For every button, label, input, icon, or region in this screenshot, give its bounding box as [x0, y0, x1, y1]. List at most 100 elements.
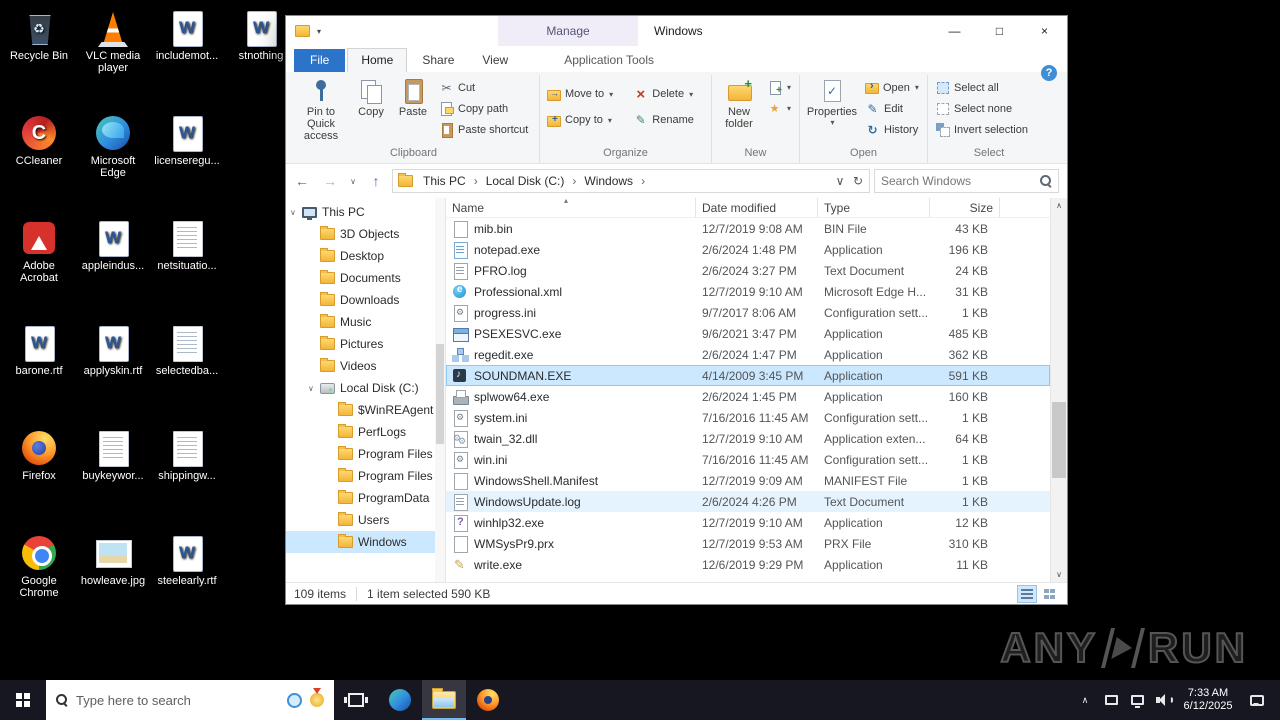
- new-item-button[interactable]: ▾: [763, 77, 795, 98]
- breadcrumb-this-pc[interactable]: This PC: [418, 172, 471, 190]
- file-row[interactable]: PSEXESVC.exe 9/6/2021 3:47 PM Applicatio…: [446, 323, 1050, 344]
- new-folder-button[interactable]: New folder: [715, 75, 763, 130]
- file-row[interactable]: WMSysPr9.prx 12/7/2019 9:53 AM PRX File …: [446, 533, 1050, 554]
- expander-icon[interactable]: ∨: [308, 384, 320, 393]
- file-row[interactable]: notepad.exe 2/6/2024 1:48 PM Application…: [446, 239, 1050, 260]
- desktop-icon[interactable]: licenseregu...: [150, 113, 224, 218]
- volume-tray-icon[interactable]: [1150, 680, 1176, 720]
- title-bar[interactable]: ▾ Manage Windows — □ ×: [286, 16, 1067, 46]
- nav-item[interactable]: 3D Objects: [286, 223, 445, 245]
- expander-icon[interactable]: ∨: [290, 208, 302, 217]
- breadcrumb-separator[interactable]: ›: [473, 174, 479, 188]
- select-all-button[interactable]: Select all: [931, 77, 1032, 98]
- ribbon-tab[interactable]: View: [469, 49, 521, 72]
- taskbar-search[interactable]: [46, 680, 334, 720]
- forward-button[interactable]: →: [318, 169, 342, 193]
- desktop-icon[interactable]: Adobe Acrobat: [2, 218, 76, 323]
- properties-button[interactable]: Properties ▾: [803, 75, 861, 127]
- back-button[interactable]: ←: [290, 169, 314, 193]
- breadcrumb-local-disk[interactable]: Local Disk (C:): [481, 172, 570, 190]
- recent-locations-button[interactable]: ∨: [346, 169, 360, 193]
- move-to-button[interactable]: Move to ▾: [543, 84, 627, 105]
- file-row[interactable]: progress.ini 9/7/2017 8:06 AM Configurat…: [446, 302, 1050, 323]
- copy-path-button[interactable]: Copy path: [435, 98, 532, 119]
- taskbar-edge-button[interactable]: [378, 680, 422, 720]
- list-scrollbar-thumb[interactable]: [1052, 402, 1066, 479]
- refresh-button[interactable]: ↻: [849, 169, 867, 193]
- task-view-button[interactable]: [334, 680, 378, 720]
- nav-item[interactable]: Desktop: [286, 245, 445, 267]
- nav-item[interactable]: Documents: [286, 267, 445, 289]
- nav-item[interactable]: Downloads: [286, 289, 445, 311]
- address-breadcrumb[interactable]: This PC › Local Disk (C:) › Windows › ∨ …: [392, 169, 870, 193]
- ribbon-tab[interactable]: File: [294, 49, 345, 72]
- action-center-button[interactable]: [1240, 695, 1274, 706]
- up-button[interactable]: ↑: [364, 169, 388, 193]
- ribbon-tab[interactable]: Share: [409, 49, 467, 72]
- edit-button[interactable]: Edit: [861, 98, 923, 119]
- paste-button[interactable]: Paste: [391, 75, 435, 118]
- file-row[interactable]: twain_32.dll 12/7/2019 9:10 AM Applicati…: [446, 428, 1050, 449]
- nav-item[interactable]: Program Files: [286, 443, 445, 465]
- file-row[interactable]: SOUNDMAN.EXE 4/14/2009 3:45 PM Applicati…: [446, 365, 1050, 386]
- desktop-icon[interactable]: applyskin.rtf: [76, 323, 150, 428]
- desktop-icon[interactable]: barone.rtf: [2, 323, 76, 428]
- desktop-icon[interactable]: buykeywor...: [76, 428, 150, 533]
- file-row[interactable]: regedit.exe 2/6/2024 1:47 PM Application…: [446, 344, 1050, 365]
- nav-item[interactable]: ∨ This PC: [286, 201, 445, 223]
- desktop-icon[interactable]: Microsoft Edge: [76, 113, 150, 218]
- nav-item[interactable]: Music: [286, 311, 445, 333]
- column-header-name[interactable]: Name: [446, 198, 696, 217]
- search-input[interactable]: [881, 174, 1034, 188]
- file-row[interactable]: splwow64.exe 2/6/2024 1:45 PM Applicatio…: [446, 386, 1050, 407]
- taskbar-firefox-button[interactable]: [466, 680, 510, 720]
- desktop-icon[interactable]: Recycle Bin: [2, 8, 76, 113]
- network-tray-icon[interactable]: [1124, 680, 1150, 720]
- desktop-icon[interactable]: howleave.jpg: [76, 533, 150, 638]
- file-row[interactable]: WindowsUpdate.log 2/6/2024 4:26 PM Text …: [446, 491, 1050, 512]
- breadcrumb-separator[interactable]: ›: [640, 174, 646, 188]
- file-row[interactable]: mib.bin 12/7/2019 9:08 AM BIN File 43 KB: [446, 218, 1050, 239]
- pin-to-quick-access-button[interactable]: Pin to Quick access: [291, 75, 351, 142]
- help-button[interactable]: ?: [1041, 65, 1057, 81]
- large-icons-view-button[interactable]: [1039, 585, 1059, 603]
- minimize-button[interactable]: —: [932, 16, 977, 46]
- nav-item[interactable]: Windows: [286, 531, 445, 553]
- close-button[interactable]: ×: [1022, 16, 1067, 46]
- desktop-icon[interactable]: selectedba...: [150, 323, 224, 428]
- scroll-down-arrow[interactable]: ∨: [1051, 567, 1067, 582]
- display-tray-icon[interactable]: [1098, 680, 1124, 720]
- easy-access-button[interactable]: ▾: [763, 98, 795, 119]
- address-history-dropdown[interactable]: ∨: [831, 169, 849, 193]
- search-box[interactable]: [874, 169, 1059, 193]
- rename-button[interactable]: Rename: [629, 110, 708, 131]
- hidden-icons-chevron[interactable]: ∧: [1072, 680, 1098, 720]
- desktop-icon[interactable]: includemot...: [150, 8, 224, 113]
- column-header-type[interactable]: Type: [818, 198, 930, 217]
- qat-customize-icon[interactable]: ▾: [317, 27, 321, 36]
- ribbon-tab[interactable]: Application Tools: [551, 49, 667, 72]
- sort-ascending-icon[interactable]: ▴: [564, 196, 568, 205]
- delete-button[interactable]: Delete ▾: [629, 84, 708, 105]
- copy-button[interactable]: Copy: [351, 75, 391, 118]
- desktop-icon[interactable]: CCleaner: [2, 113, 76, 218]
- desktop-icon[interactable]: VLC media player: [76, 8, 150, 113]
- scroll-up-arrow[interactable]: ∧: [1051, 198, 1067, 213]
- nav-item[interactable]: Pictures: [286, 333, 445, 355]
- ribbon-tab[interactable]: Home: [347, 48, 407, 72]
- breadcrumb-separator[interactable]: ›: [571, 174, 577, 188]
- column-header-size[interactable]: Size: [930, 198, 1000, 217]
- search-icon[interactable]: [1040, 175, 1052, 187]
- taskbar-search-input[interactable]: [76, 693, 279, 708]
- start-button[interactable]: [0, 680, 46, 720]
- column-header-date-modified[interactable]: Date modified: [696, 198, 818, 217]
- desktop-icon[interactable]: appleindus...: [76, 218, 150, 323]
- desktop-icon[interactable]: netsituatio...: [150, 218, 224, 323]
- desktop-icon[interactable]: steelearly.rtf: [150, 533, 224, 638]
- nav-item[interactable]: PerfLogs: [286, 421, 445, 443]
- maximize-button[interactable]: □: [977, 16, 1022, 46]
- list-scrollbar[interactable]: ∧ ∨: [1050, 198, 1067, 582]
- nav-item[interactable]: Videos: [286, 355, 445, 377]
- file-row[interactable]: winhlp32.exe 12/7/2019 9:10 AM Applicati…: [446, 512, 1050, 533]
- taskbar-clock[interactable]: 7:33 AM 6/12/2025: [1176, 687, 1240, 713]
